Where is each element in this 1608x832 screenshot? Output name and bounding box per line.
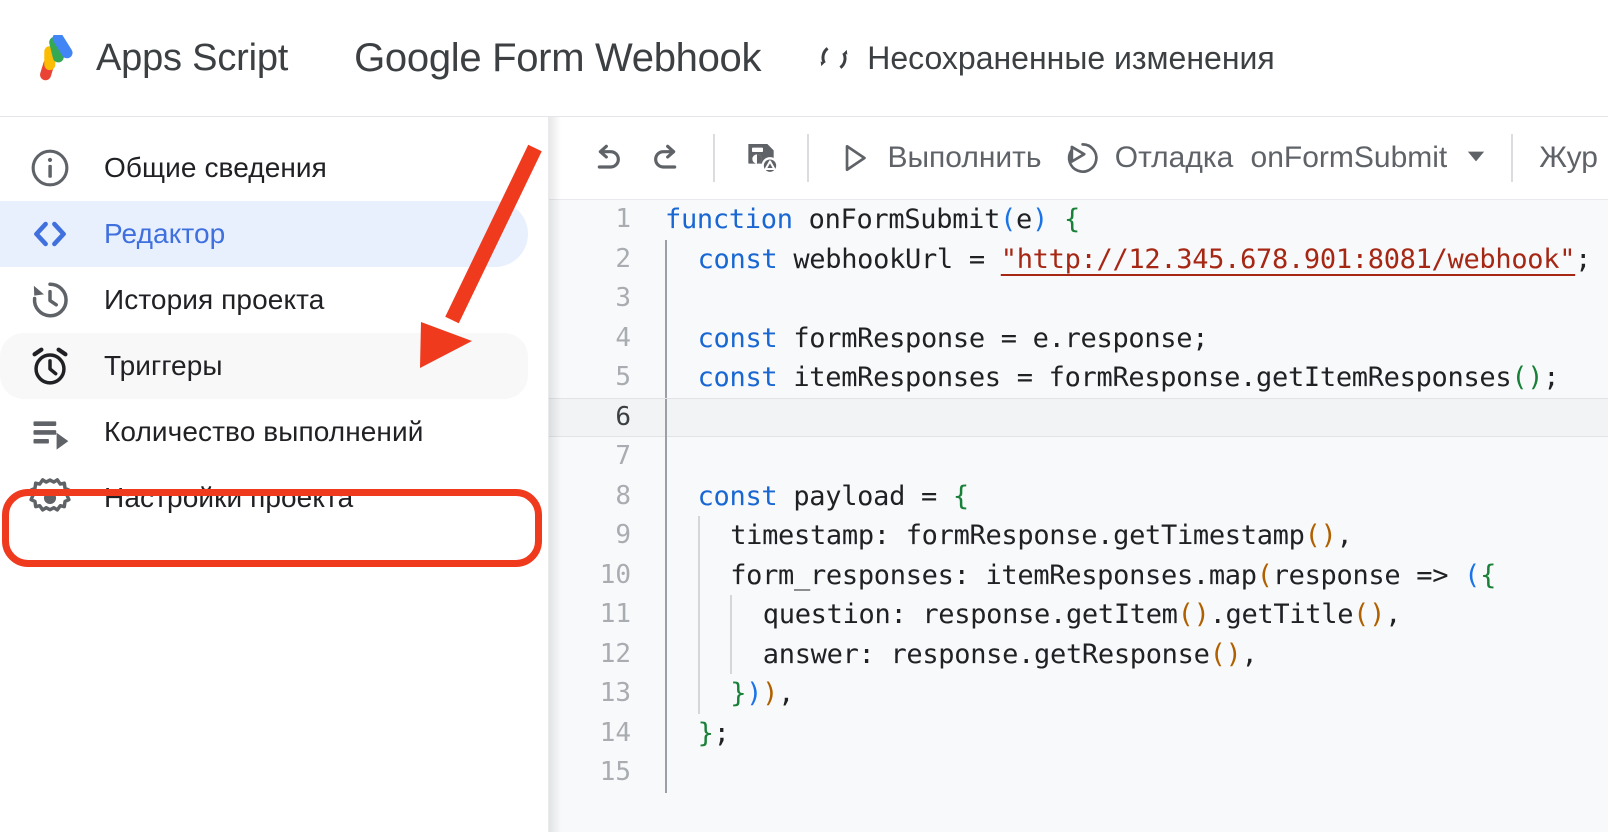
undo-button[interactable] <box>577 130 637 186</box>
sidebar-item-executions[interactable]: Количество выполнений <box>0 399 528 465</box>
play-triangle-icon <box>835 139 873 177</box>
code-line[interactable]: 13})), <box>549 674 1608 714</box>
code-lines: 1 function onFormSubmit(e) { 2 const webhoo… <box>549 200 1608 793</box>
page-title[interactable]: Google Form Webhook <box>354 36 761 81</box>
code-line[interactable]: 14}; <box>549 713 1608 753</box>
save-button[interactable] <box>731 130 791 186</box>
debug-icon <box>1063 139 1101 177</box>
code-text: timestamp: formResponse.getTimestamp(), <box>730 520 1353 551</box>
code-text: form_responses: itemResponses.map(respon… <box>730 559 1497 591</box>
line-number: 7 <box>615 441 631 471</box>
executions-list-play-icon <box>28 410 72 454</box>
chevron-down-icon <box>1463 143 1489 174</box>
code-line[interactable]: 2 const webhookUrl = "http://12.345.678.9… <box>549 239 1608 279</box>
code-text: const payload = { <box>697 480 970 512</box>
toolbar-divider-2 <box>807 134 810 182</box>
line-number: 8 <box>615 480 631 511</box>
line-number: 3 <box>615 283 631 313</box>
code-text: const itemResponses = formResponse.getIt… <box>697 362 1560 393</box>
code-line[interactable]: 7 <box>549 437 1608 477</box>
sidebar-item-triggers[interactable]: Триггеры <box>0 333 528 399</box>
line-number: 1 <box>615 204 631 234</box>
sidebar-item-overview[interactable]: Общие сведения <box>0 135 528 201</box>
sync-icon <box>817 41 851 75</box>
brand[interactable]: Apps Script <box>32 35 288 81</box>
debug-button-label: Отладка <box>1114 141 1234 174</box>
run-button-label: Выполнить <box>887 141 1042 174</box>
line-number: 5 <box>615 362 631 392</box>
sidebar-item-label: Редактор <box>104 218 226 249</box>
code-line[interactable]: 3 <box>549 279 1608 319</box>
sidebar-item-label: История проекта <box>104 284 325 315</box>
debug-button[interactable]: Отладка <box>1053 130 1244 186</box>
apps-script-logo-icon <box>32 35 78 81</box>
code-editor-pane: Выполнить Отладка onFormSubmit Жур 1 fun… <box>548 117 1608 832</box>
sidebar-item-label: Количество выполнений <box>104 416 424 447</box>
logs-button[interactable]: Жур <box>1529 130 1608 186</box>
code-line[interactable]: 9 timestamp: formResponse.getTimestamp(), <box>549 516 1608 556</box>
editor-toolbar: Выполнить Отладка onFormSubmit Жур <box>549 117 1608 200</box>
brand-name: Apps Script <box>96 36 289 79</box>
logs-button-label: Жур <box>1539 141 1598 174</box>
redo-icon <box>647 138 687 178</box>
code-line[interactable]: 11 question: response.getItem().getTitle(… <box>549 595 1608 635</box>
apps-script-window: Apps Script Google Form Webhook Несохран… <box>0 0 1608 832</box>
code-text: const webhookUrl = "http://12.345.678.90… <box>697 243 1592 275</box>
function-select[interactable]: onFormSubmit <box>1245 141 1496 175</box>
undo-icon <box>587 138 627 178</box>
sidebar: Общие сведения Редактор История проекта <box>0 117 548 832</box>
sidebar-item-editor[interactable]: Редактор <box>0 201 528 267</box>
line-number: 4 <box>615 322 631 353</box>
code-content[interactable]: 1 function onFormSubmit(e) { 2 const webhoo… <box>549 200 1608 832</box>
code-brackets-icon <box>28 212 72 256</box>
code-line[interactable]: 5 const itemResponses = formResponse.getI… <box>549 358 1608 398</box>
code-line[interactable]: 15 <box>549 753 1608 793</box>
run-button[interactable]: Выполнить <box>825 130 1051 186</box>
code-text: answer: response.getResponse(), <box>762 638 1258 670</box>
line-number: 15 <box>599 757 631 787</box>
code-line[interactable]: 8 const payload = { <box>549 476 1608 516</box>
line-number: 9 <box>615 520 631 550</box>
sidebar-item-project-history[interactable]: История проекта <box>0 267 528 333</box>
line-number: 13 <box>599 678 631 708</box>
line-number: 2 <box>615 243 631 274</box>
toolbar-divider-3 <box>1511 134 1514 182</box>
sidebar-item-project-settings[interactable]: Настройки проекта <box>0 465 528 531</box>
app-header: Apps Script Google Form Webhook Несохран… <box>0 0 1608 117</box>
code-text: const formResponse = e.response; <box>697 322 1209 354</box>
code-line[interactable]: 1 function onFormSubmit(e) { <box>549 200 1608 240</box>
code-line[interactable]: 4 const formResponse = e.response; <box>549 318 1608 358</box>
line-number: 11 <box>599 599 631 629</box>
info-circle-icon <box>28 146 72 190</box>
code-text: function onFormSubmit(e) { <box>665 204 1080 235</box>
history-clock-icon <box>28 278 72 322</box>
toolbar-divider-1 <box>713 134 716 182</box>
code-text: })), <box>730 678 795 709</box>
sidebar-item-label: Триггеры <box>104 350 223 381</box>
redo-button[interactable] <box>637 130 697 186</box>
gear-icon <box>28 476 72 520</box>
line-number: 12 <box>599 638 631 669</box>
alarm-clock-icon <box>28 344 72 388</box>
code-text: question: response.getItem().getTitle(), <box>762 599 1402 630</box>
line-number: 10 <box>599 559 631 590</box>
sidebar-item-label: Настройки проекта <box>104 482 354 513</box>
code-line[interactable]: 12 answer: response.getResponse(), <box>549 634 1608 674</box>
save-to-drive-icon <box>741 138 781 178</box>
code-line[interactable]: 6 <box>549 397 1608 438</box>
save-state-label: Несохраненные изменения <box>867 39 1275 76</box>
function-select-value: onFormSubmit <box>1250 141 1448 174</box>
sidebar-item-label: Общие сведения <box>104 152 327 183</box>
save-state[interactable]: Несохраненные изменения <box>817 39 1275 77</box>
code-text: }; <box>697 717 730 749</box>
line-number: 14 <box>599 717 631 748</box>
code-line[interactable]: 10 form_responses: itemResponses.map(resp… <box>549 555 1608 595</box>
line-number: 6 <box>615 401 631 432</box>
